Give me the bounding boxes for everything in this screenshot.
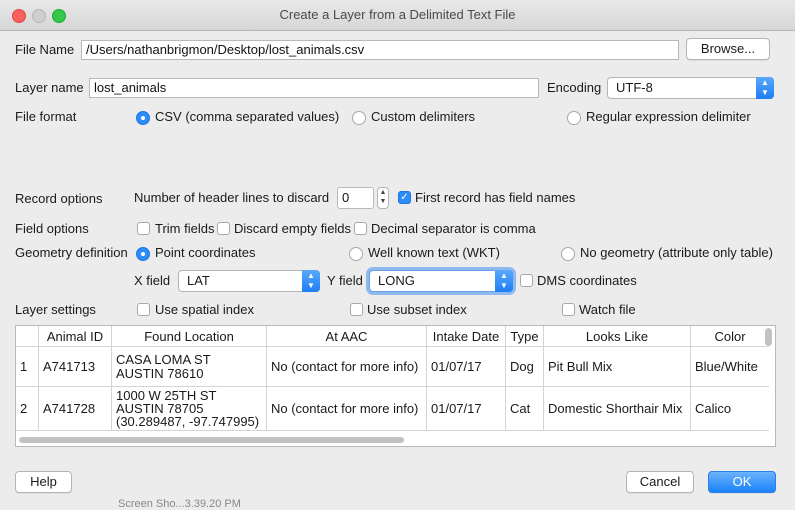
column-header[interactable] <box>16 326 39 347</box>
cell-found-location: 1000 W 25TH ST AUSTIN 78705 (30.289487, … <box>111 386 267 431</box>
cell-type: Dog <box>505 346 544 387</box>
header-lines-stepper[interactable]: ▲ ▼ <box>377 187 389 209</box>
regex-delimiter-radio[interactable] <box>567 111 581 125</box>
row-number: 2 <box>16 386 39 431</box>
encoding-label: Encoding <box>547 80 602 95</box>
layer-name-field[interactable]: lost_animals <box>89 78 539 98</box>
x-field-select[interactable]: LAT ▲ ▼ <box>178 270 320 292</box>
column-header[interactable]: Color <box>690 326 769 347</box>
discard-empty-checkbox[interactable] <box>217 222 230 235</box>
sample-data-table[interactable]: Animal ID Found Location At AAC Intake D… <box>15 325 776 447</box>
y-field-value: LONG <box>378 273 415 288</box>
column-header[interactable]: Found Location <box>111 326 267 347</box>
record-options-label: Record options <box>15 191 103 206</box>
first-record-checkbox[interactable]: ✓ <box>398 191 411 204</box>
layer-settings-label: Layer settings <box>15 302 96 317</box>
ok-button[interactable]: OK <box>708 471 776 493</box>
first-record-label: First record has field names <box>415 190 576 205</box>
custom-delimiters-radio[interactable] <box>352 111 366 125</box>
cell-intake-date: 01/07/17 <box>426 386 506 431</box>
point-coordinates-label: Point coordinates <box>155 245 256 260</box>
cell-at-aac: No (contact for more info) <box>266 346 427 387</box>
table-row[interactable]: 2 A741728 1000 W 25TH ST AUSTIN 78705 (3… <box>16 386 769 431</box>
geometry-definition-label: Geometry definition <box>15 245 128 260</box>
row-number: 1 <box>16 346 39 387</box>
header-lines-label: Number of header lines to discard <box>134 190 330 205</box>
help-button[interactable]: Help <box>15 471 72 493</box>
watch-file-label: Watch file <box>579 302 636 317</box>
trim-fields-checkbox[interactable] <box>137 222 150 235</box>
field-options-label: Field options <box>15 221 89 236</box>
csv-radio[interactable] <box>136 111 150 125</box>
wkt-label: Well known text (WKT) <box>368 245 500 260</box>
location-line: (30.289487, -97.747995) <box>116 414 260 429</box>
cell-animal-id: A741728 <box>38 386 112 431</box>
no-geometry-radio[interactable] <box>561 247 575 261</box>
subset-index-label: Use subset index <box>367 302 467 317</box>
column-header[interactable]: At AAC <box>266 326 427 347</box>
cell-color: Calico <box>690 386 769 431</box>
cell-found-location: CASA LOMA ST AUSTIN 78610 <box>111 346 267 387</box>
dms-checkbox[interactable] <box>520 274 533 287</box>
column-header[interactable]: Looks Like <box>543 326 691 347</box>
x-field-value: LAT <box>187 273 210 288</box>
select-arrows-icon: ▲ ▼ <box>302 270 320 292</box>
custom-delimiters-label: Custom delimiters <box>371 109 476 124</box>
table-row[interactable]: 1 A741713 CASA LOMA ST AUSTIN 78610 No (… <box>16 346 769 387</box>
column-header[interactable]: Animal ID <box>38 326 112 347</box>
location-line: CASA LOMA ST <box>116 351 211 367</box>
file-name-field[interactable]: /Users/nathanbrigmon/Desktop/lost_animal… <box>81 40 679 60</box>
no-geometry-label: No geometry (attribute only table) <box>580 245 773 260</box>
csv-label: CSV (comma separated values) <box>155 109 340 124</box>
header-lines-input[interactable]: 0 <box>337 187 374 209</box>
cell-looks-like: Domestic Shorthair Mix <box>543 386 691 431</box>
cell-intake-date: 01/07/17 <box>426 346 506 387</box>
spatial-index-checkbox[interactable] <box>137 303 150 316</box>
cell-looks-like: Pit Bull Mix <box>543 346 691 387</box>
window-title: Create a Layer from a Delimited Text Fil… <box>279 7 516 22</box>
file-format-label: File format <box>15 109 77 124</box>
regex-delimiter-label: Regular expression delimiter <box>586 109 751 124</box>
column-header[interactable]: Type <box>505 326 544 347</box>
subset-index-checkbox[interactable] <box>350 303 363 316</box>
wkt-radio[interactable] <box>349 247 363 261</box>
cell-animal-id: A741713 <box>38 346 112 387</box>
vertical-scrollbar[interactable] <box>765 328 772 346</box>
title-bar: Create a Layer from a Delimited Text Fil… <box>0 0 795 31</box>
cell-type: Cat <box>505 386 544 431</box>
decimal-comma-checkbox[interactable] <box>354 222 367 235</box>
point-coordinates-radio[interactable] <box>136 247 150 261</box>
cell-color: Blue/White <box>690 346 769 387</box>
column-header[interactable]: Intake Date <box>426 326 506 347</box>
browse-button[interactable]: Browse... <box>686 38 770 60</box>
discard-empty-label: Discard empty fields <box>234 221 352 236</box>
select-arrows-icon: ▲ ▼ <box>495 270 513 292</box>
location-line: AUSTIN 78610 <box>116 365 204 381</box>
file-name-label: File Name <box>15 42 75 57</box>
x-field-label: X field <box>134 273 171 288</box>
layer-name-label: Layer name <box>15 80 84 95</box>
encoding-value: UTF-8 <box>616 80 653 95</box>
cancel-button[interactable]: Cancel <box>626 471 694 493</box>
dms-label: DMS coordinates <box>537 273 637 288</box>
background-file-label: Screen Sho...3.39.20 PM <box>118 498 241 510</box>
trim-fields-label: Trim fields <box>155 221 215 236</box>
spatial-index-label: Use spatial index <box>155 302 254 317</box>
encoding-select[interactable]: UTF-8 ▲ ▼ <box>607 77 774 99</box>
select-arrows-icon: ▲ ▼ <box>756 77 774 99</box>
watch-file-checkbox[interactable] <box>562 303 575 316</box>
y-field-select[interactable]: LONG ▲ ▼ <box>369 270 513 292</box>
horizontal-scrollbar[interactable] <box>19 437 404 443</box>
y-field-label: Y field <box>327 273 363 288</box>
cell-at-aac: No (contact for more info) <box>266 386 427 431</box>
decimal-comma-label: Decimal separator is comma <box>371 221 536 236</box>
table-header-row: Animal ID Found Location At AAC Intake D… <box>16 326 769 347</box>
